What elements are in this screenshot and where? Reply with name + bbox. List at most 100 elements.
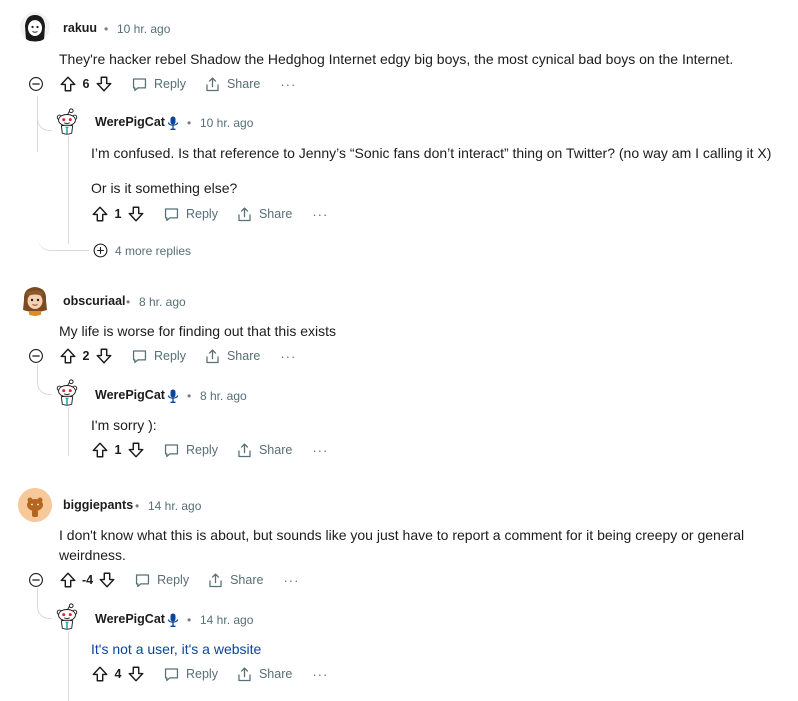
more-replies-label: 4 more replies	[115, 243, 192, 258]
upvote-icon[interactable]	[59, 347, 77, 365]
separator-dot: •	[187, 613, 192, 627]
avatar[interactable]	[20, 12, 50, 42]
expand-plus-icon	[92, 242, 109, 259]
reply-label: Reply	[154, 77, 186, 91]
reply-button[interactable]: Reply	[134, 572, 189, 589]
thread-line	[68, 404, 69, 456]
reply-button[interactable]: Reply	[131, 348, 186, 365]
more-options-button[interactable]: ···	[312, 207, 328, 222]
timestamp[interactable]: 14 hr. ago	[148, 499, 201, 513]
timestamp[interactable]: 14 hr. ago	[200, 613, 253, 627]
share-icon	[207, 572, 224, 589]
vote-score: 1	[114, 443, 122, 457]
more-options-button[interactable]: ···	[280, 77, 296, 92]
more-options-button[interactable]: ···	[312, 667, 328, 682]
reply-connector	[37, 588, 52, 619]
share-button[interactable]: Share	[236, 442, 292, 459]
reply-connector	[37, 364, 52, 395]
comment-text: I don't know what this is about, but sou…	[59, 527, 745, 543]
separator-dot: •	[104, 22, 109, 36]
comment-text: I'm sorry ):	[91, 417, 157, 433]
comment-action-bar: 1 Reply Share ···	[91, 202, 328, 226]
username[interactable]: WerePigCat	[95, 115, 165, 129]
more-replies-button[interactable]: 4 more replies	[92, 242, 191, 259]
reply-icon	[163, 206, 180, 223]
more-options-button[interactable]: ···	[283, 573, 299, 588]
downvote-icon[interactable]	[127, 441, 145, 459]
reply-label: Reply	[186, 667, 218, 681]
comment-action-bar: -4 Reply Share ···	[59, 568, 299, 592]
username[interactable]: WerePigCat	[95, 388, 165, 402]
share-icon	[204, 348, 221, 365]
reply-label: Reply	[157, 573, 190, 587]
separator-dot: •	[135, 499, 140, 513]
reply-label: Reply	[186, 207, 218, 221]
avatar[interactable]	[52, 106, 82, 138]
avatar[interactable]	[18, 488, 52, 522]
share-icon	[236, 442, 253, 459]
share-button[interactable]: Share	[207, 572, 263, 589]
share-label: Share	[258, 207, 293, 221]
reply-button[interactable]: Reply	[131, 76, 186, 93]
more-options-button[interactable]: ···	[280, 349, 296, 364]
upvote-icon[interactable]	[91, 441, 109, 459]
separator-dot: •	[187, 116, 192, 130]
separator-dot: •	[187, 389, 192, 403]
comment-text: Or is it something else?	[91, 180, 238, 196]
vote-score: 1	[114, 207, 122, 221]
share-button[interactable]: Share	[204, 76, 260, 93]
share-button[interactable]: Share	[204, 348, 260, 365]
vote-score: 4	[114, 667, 122, 681]
reply-label: Reply	[154, 349, 186, 363]
reply-label: Reply	[186, 443, 218, 457]
share-button[interactable]: Share	[236, 666, 292, 683]
comment-text: My life is worse for finding out that th…	[59, 323, 336, 339]
downvote-icon[interactable]	[98, 571, 116, 589]
collapse-thread-icon[interactable]	[28, 348, 44, 364]
share-button[interactable]: Share	[236, 206, 292, 223]
share-label: Share	[226, 77, 261, 91]
upvote-icon[interactable]	[59, 571, 77, 589]
downvote-icon[interactable]	[127, 665, 145, 683]
microphone-badge-icon	[167, 613, 179, 627]
share-label: Share	[226, 349, 261, 363]
username[interactable]: biggiepants	[63, 498, 133, 512]
vote-score: 2	[82, 349, 90, 363]
more-options-button[interactable]: ···	[312, 443, 328, 458]
timestamp[interactable]: 10 hr. ago	[117, 22, 170, 36]
reply-button[interactable]: Reply	[163, 206, 218, 223]
vote-score: 6	[82, 77, 90, 91]
avatar[interactable]	[52, 377, 82, 409]
microphone-badge-icon	[167, 116, 179, 130]
upvote-icon[interactable]	[91, 205, 109, 223]
reply-button[interactable]: Reply	[163, 666, 218, 683]
username[interactable]: rakuu	[63, 21, 97, 35]
reply-icon	[131, 348, 148, 365]
more-replies-connector	[37, 140, 89, 251]
comment-text: It's not a user, it's a website	[91, 641, 262, 657]
avatar[interactable]	[52, 601, 82, 633]
reply-button[interactable]: Reply	[163, 442, 218, 459]
reply-connector	[37, 96, 52, 131]
reply-icon	[163, 666, 180, 683]
username[interactable]: obscuriaal	[63, 294, 126, 308]
downvote-icon[interactable]	[95, 347, 113, 365]
avatar[interactable]	[20, 284, 50, 316]
share-label: Share	[258, 667, 293, 681]
collapse-thread-icon[interactable]	[28, 76, 44, 92]
username[interactable]: WerePigCat	[95, 612, 165, 626]
comment-text: weirdness.	[59, 547, 126, 563]
thread-line	[68, 628, 69, 701]
share-label: Share	[258, 443, 293, 457]
share-label: Share	[230, 573, 264, 587]
timestamp[interactable]: 8 hr. ago	[200, 389, 247, 403]
downvote-icon[interactable]	[127, 205, 145, 223]
downvote-icon[interactable]	[95, 75, 113, 93]
collapse-thread-icon[interactable]	[28, 572, 44, 588]
share-icon	[236, 666, 253, 683]
reply-icon	[163, 442, 180, 459]
timestamp[interactable]: 10 hr. ago	[200, 116, 253, 130]
upvote-icon[interactable]	[59, 75, 77, 93]
timestamp[interactable]: 8 hr. ago	[139, 295, 186, 309]
upvote-icon[interactable]	[91, 665, 109, 683]
